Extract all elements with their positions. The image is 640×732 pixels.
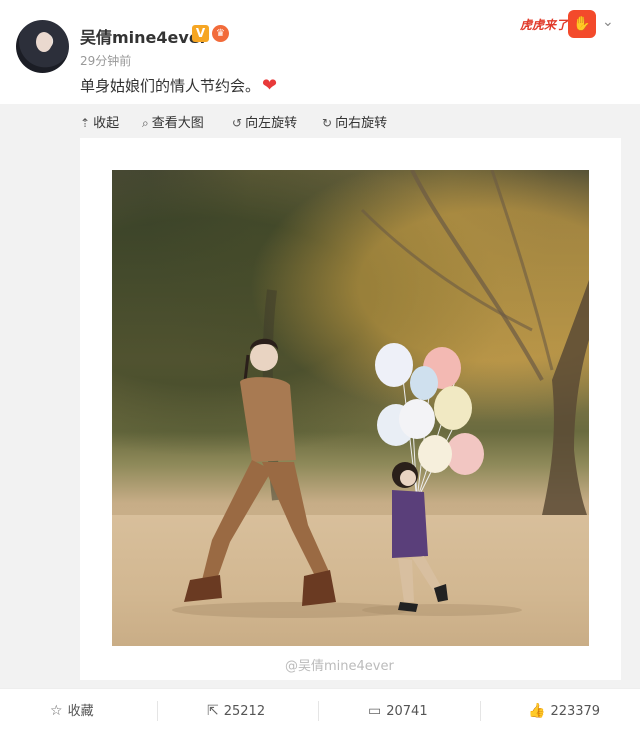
promo-badge-text: 虎虎来了 [520, 18, 569, 32]
post-text-content: 单身姑娘们的情人节约会。 [80, 77, 261, 95]
thumbs-up-icon: 👍 [528, 703, 546, 719]
rotate-left-icon: ↺ [232, 116, 243, 130]
heart-icon: ❤ [262, 75, 278, 96]
view-large-button[interactable]: ⌕ 查看大图 [142, 112, 204, 131]
collapse-button[interactable]: ⇡ 收起 [80, 112, 119, 131]
photo-scene [172, 170, 589, 618]
rotate-right-label: 向右旋转 [335, 116, 388, 131]
like-count: 223379 [550, 704, 601, 719]
post-header: 吴倩mine4ever V ♛ 29分钟前 单身姑娘们的情人节约会。 ❤ 虎虎来了… [0, 0, 640, 104]
divider [318, 701, 319, 721]
post-timestamp[interactable]: 29分钟前 [80, 52, 131, 69]
comment-count: 20741 [386, 704, 428, 719]
share-icon: ⇱ [207, 703, 219, 719]
favorite-button[interactable]: ☆ 收藏 [50, 689, 94, 732]
favorite-label: 收藏 [67, 704, 94, 719]
chevron-down-icon[interactable]: ⌄ [602, 14, 614, 30]
post-text: 单身姑娘们的情人节约会。 ❤ [80, 75, 277, 96]
rotate-left-label: 向左旋转 [245, 116, 298, 131]
view-large-label: 查看大图 [151, 116, 204, 131]
repost-count: 25212 [223, 704, 266, 719]
rotate-right-button[interactable]: ↻ 向右旋转 [322, 112, 387, 131]
search-icon: ⌕ [142, 116, 149, 130]
username-link[interactable]: 吴倩mine4ever [80, 24, 208, 48]
photo-frame: @吴倩mine4ever [80, 138, 621, 680]
rotate-left-button[interactable]: ↺ 向左旋转 [232, 112, 297, 131]
star-icon: ☆ [50, 703, 63, 719]
avatar[interactable] [16, 20, 69, 73]
promo-badge[interactable]: 虎虎来了 ✋ [520, 10, 598, 40]
comment-icon: ▭ [368, 703, 382, 719]
media-area: ⇡ 收起 ⌕ 查看大图 ↺ 向左旋转 ↻ 向右旋转 @吴倩mine4ever [0, 104, 640, 688]
arrow-up-icon: ⇡ [80, 116, 91, 130]
post-photo[interactable] [112, 170, 589, 646]
tiger-paw-icon: ✋ [568, 10, 596, 38]
divider [157, 701, 158, 721]
collapse-label: 收起 [93, 116, 120, 131]
rotate-right-icon: ↻ [322, 116, 333, 130]
repost-button[interactable]: ⇱ 25212 [207, 689, 265, 732]
photo-watermark: @吴倩mine4ever [285, 659, 394, 674]
action-bar: ☆ 收藏 ⇱ 25212 ▭ 20741 👍 223379 [0, 688, 640, 732]
like-button[interactable]: 👍 223379 [528, 689, 600, 732]
comment-button[interactable]: ▭ 20741 [368, 689, 428, 732]
vip-crown-icon: ♛ [212, 25, 229, 42]
divider [480, 701, 481, 721]
verified-icon: V [192, 25, 209, 42]
